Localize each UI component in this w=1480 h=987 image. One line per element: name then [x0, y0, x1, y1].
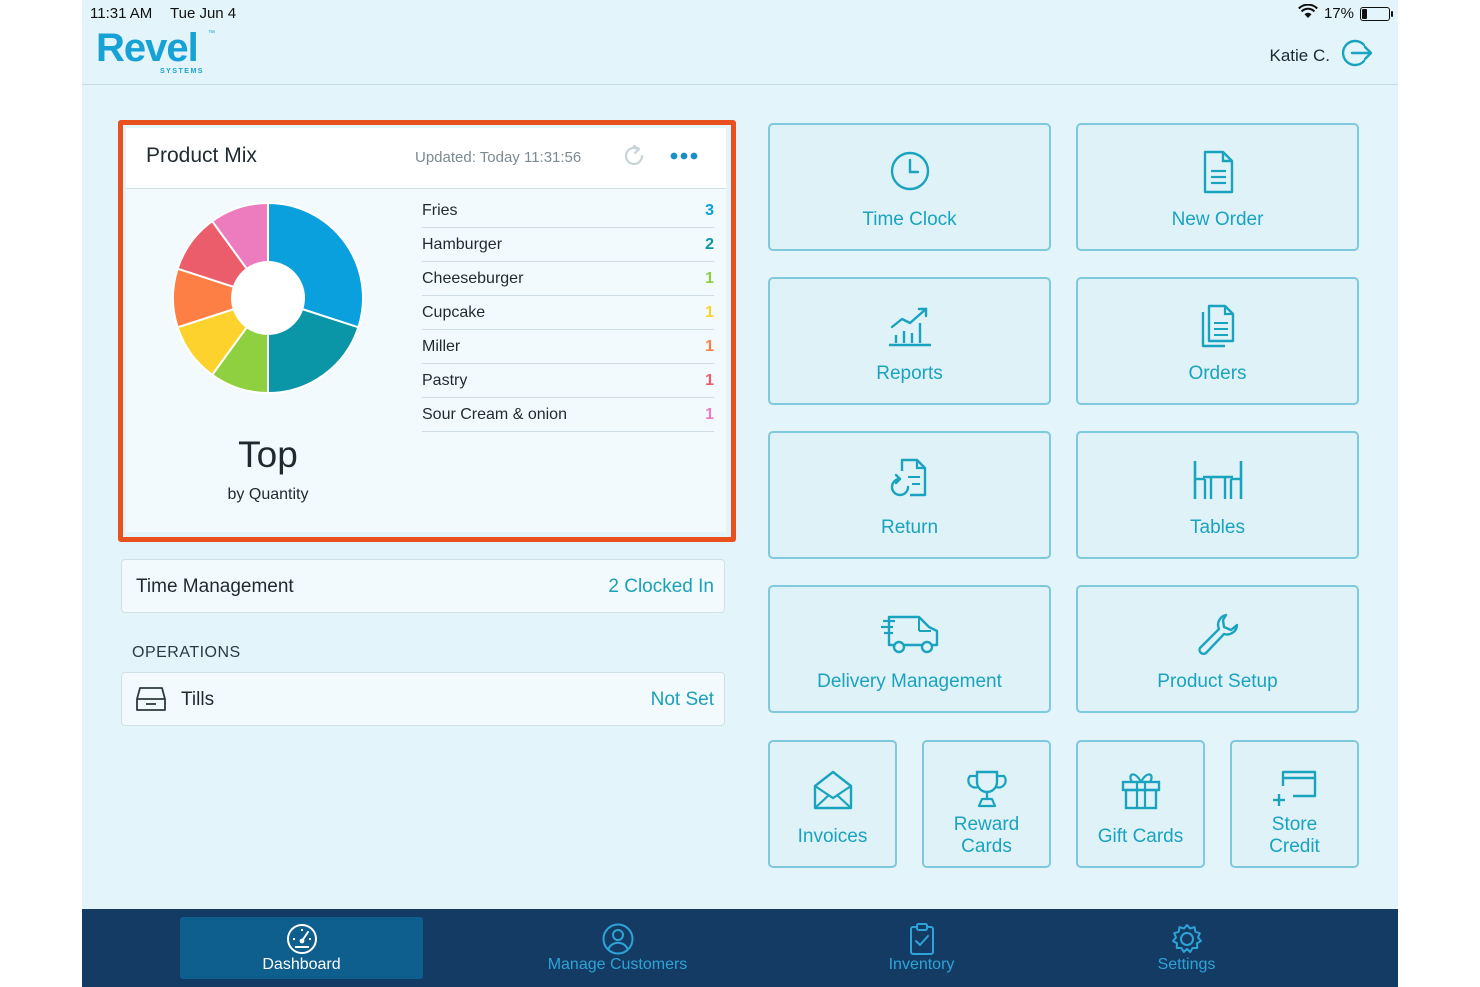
app-header: Revel ™ SYSTEMS Katie C.	[82, 26, 1398, 85]
battery-percent: 17%	[1323, 5, 1354, 22]
orders-label: Orders	[1188, 363, 1247, 384]
clock-icon	[770, 149, 1049, 193]
nav-inventory-label: Inventory	[888, 956, 955, 973]
bottom-navigation: Dashboard Manage Customers Inventory Set…	[82, 909, 1398, 987]
logout-icon[interactable]	[1340, 38, 1374, 73]
clocked-in-count: 2 Clocked In	[608, 576, 714, 597]
gift-cards-label: Gift Cards	[1097, 826, 1184, 847]
nav-manage-customers[interactable]: Manage Customers	[496, 909, 739, 987]
reports-label: Reports	[876, 363, 943, 384]
store-credit-card-icon	[1232, 768, 1357, 808]
delivery-truck-icon	[770, 611, 1049, 655]
time-clock-label: Time Clock	[862, 209, 957, 230]
nav-dashboard-label: Dashboard	[262, 956, 341, 973]
product-setup-button[interactable]: Product Setup	[1076, 585, 1359, 713]
dashboard-gauge-icon	[180, 922, 423, 956]
store-credit-button[interactable]: Store Credit	[1230, 740, 1359, 868]
trophy-icon	[924, 768, 1049, 810]
user-name: Katie C.	[1269, 45, 1330, 65]
clipboard-check-icon	[800, 922, 1043, 956]
store-credit-label: Store Credit	[1269, 814, 1320, 857]
battery-icon	[1360, 6, 1393, 21]
reports-chart-icon	[770, 303, 1049, 347]
gift-cards-button[interactable]: Gift Cards	[1076, 740, 1205, 868]
return-label: Return	[880, 517, 939, 538]
status-bar: 11:31 AM Tue Jun 4 17%	[82, 0, 1398, 26]
tables-label: Tables	[1190, 517, 1245, 538]
return-button[interactable]: Return	[768, 431, 1051, 559]
nav-manage-customers-label: Manage Customers	[547, 956, 688, 973]
reward-cards-button[interactable]: Reward Cards	[922, 740, 1051, 868]
till-drawer-icon	[135, 685, 167, 718]
delivery-management-button[interactable]: Delivery Management	[768, 585, 1051, 713]
envelope-icon	[770, 768, 895, 812]
invoices-button[interactable]: Invoices	[768, 740, 897, 868]
operations-heading: OPERATIONS	[132, 644, 241, 661]
document-icon	[1078, 149, 1357, 195]
user-menu[interactable]: Katie C.	[1270, 38, 1374, 73]
wrench-icon	[1078, 611, 1357, 657]
status-date: Tue Jun 4	[170, 5, 237, 22]
tills-label: Tills	[181, 689, 215, 710]
screen: 11:31 AM Tue Jun 4 17% Revel ™ SYSTEMS K…	[82, 0, 1398, 987]
tables-icon	[1078, 457, 1357, 503]
orders-documents-icon	[1078, 303, 1357, 349]
status-right: 17%	[1298, 3, 1393, 23]
new-order-button[interactable]: New Order	[1076, 123, 1359, 251]
invoices-label: Invoices	[797, 826, 868, 847]
nav-inventory[interactable]: Inventory	[800, 909, 1043, 987]
delivery-management-label: Delivery Management	[817, 671, 1002, 692]
wifi-icon	[1298, 3, 1318, 23]
product-setup-label: Product Setup	[1157, 671, 1278, 692]
nav-settings-label: Settings	[1157, 956, 1216, 973]
person-icon	[496, 922, 739, 956]
time-management-row[interactable]: Time Management 2 Clocked In	[121, 559, 725, 613]
nav-dashboard[interactable]: Dashboard	[180, 909, 423, 987]
revel-logo: Revel ™ SYSTEMS	[96, 26, 215, 75]
nav-settings[interactable]: Settings	[1065, 909, 1308, 987]
reward-cards-label: Reward Cards	[953, 814, 1020, 857]
orders-button[interactable]: Orders	[1076, 277, 1359, 405]
tables-button[interactable]: Tables	[1076, 431, 1359, 559]
gear-icon	[1065, 922, 1308, 956]
tills-row[interactable]: Tills Not Set	[121, 672, 725, 726]
time-management-label: Time Management	[136, 576, 294, 597]
return-icon	[770, 457, 1049, 503]
highlight-outline	[118, 120, 736, 542]
reports-button[interactable]: Reports	[768, 277, 1051, 405]
tills-status: Not Set	[650, 689, 714, 710]
new-order-label: New Order	[1171, 209, 1264, 230]
status-time: 11:31 AM	[90, 5, 153, 22]
gift-icon	[1078, 768, 1203, 812]
time-clock-button[interactable]: Time Clock	[768, 123, 1051, 251]
